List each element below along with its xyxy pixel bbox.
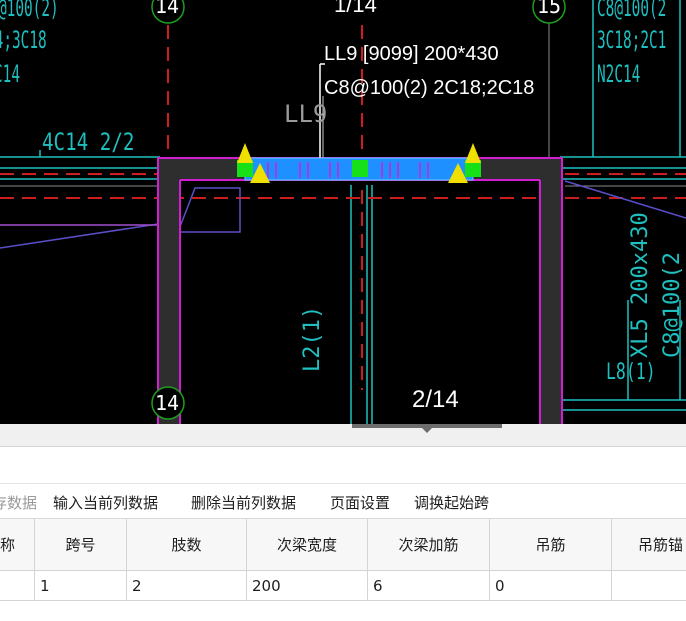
page-setup-button[interactable]: 页面设置: [330, 492, 390, 513]
table-cell-name[interactable]: [0, 571, 35, 601]
l8-beam-label: L8(1): [606, 360, 656, 385]
cad-drawing-canvas[interactable]: LL9 [9099] 200*430 C8@100(2) 2C18;2C18 L…: [0, 0, 686, 424]
top-left-clip-3: C14: [0, 60, 21, 88]
column-header-name[interactable]: 称: [0, 519, 35, 571]
column-header-span[interactable]: 跨号: [35, 519, 127, 571]
panel-splitter[interactable]: [0, 424, 686, 447]
xl5-beam-sub-label: C8@100(2: [660, 252, 685, 358]
swap-start-span-button[interactable]: 调换起始跨: [414, 492, 489, 513]
beam-label-line1: LL9 [9099] 200*430: [324, 43, 499, 65]
column-header-secondary-rebar[interactable]: 次梁加筋: [368, 519, 490, 571]
reinforcement-table: 称 跨号 肢数 次梁宽度 次梁加筋 吊筋 吊筋锚 1 2 200 6 0: [0, 519, 686, 621]
table-cell-hanger[interactable]: 0: [490, 571, 612, 601]
panel-blank-area: [0, 447, 686, 484]
top-left-clip-2: 14;3C18: [0, 26, 47, 54]
l2-beam-label: L2(1): [300, 305, 325, 372]
column-header-secondary-width[interactable]: 次梁宽度: [247, 519, 368, 571]
save-data-button[interactable]: 存数据: [0, 492, 37, 513]
table-cell-secondary-rebar[interactable]: 6: [368, 571, 490, 601]
axis-label-top-1: 14: [155, 0, 180, 18]
table-cell-hanger-anchor[interactable]: [612, 571, 686, 601]
column-header-legs[interactable]: 肢数: [127, 519, 247, 571]
column-header-hanger-anchor[interactable]: 吊筋锚: [612, 519, 686, 571]
column-header-hanger[interactable]: 吊筋: [490, 519, 612, 571]
table-toolbar: 存数据 输入当前列数据 删除当前列数据 页面设置 调换起始跨: [0, 484, 686, 519]
input-column-data-button[interactable]: 输入当前列数据: [53, 492, 158, 513]
axis-label-bottom-1: 14: [155, 391, 180, 415]
beam-label-line2: C8@100(2) 2C18;2C18: [324, 77, 535, 99]
delete-column-data-button[interactable]: 删除当前列数据: [191, 492, 296, 513]
xl5-beam-label: XL5 200x430: [628, 212, 653, 358]
top-left-rebar-label: 4C14 2/2: [42, 128, 135, 156]
top-right-clip-1: C8@100(2: [597, 0, 667, 22]
table-cell-span[interactable]: 1: [35, 571, 127, 601]
top-right-clip-3: N2C14: [597, 60, 641, 88]
axis-label-top-3: 15: [537, 0, 562, 18]
axis-label-bottom-2: 2/14: [412, 386, 459, 413]
collapse-arrow-icon[interactable]: [422, 428, 432, 433]
table-cell-legs[interactable]: 2: [127, 571, 247, 601]
ll9-vertical-label: LL9: [284, 100, 328, 128]
top-left-clip-1: @100(2): [0, 0, 59, 22]
table-cell-secondary-width[interactable]: 200: [247, 571, 368, 601]
top-right-clip-2: 3C18;2C1: [597, 26, 667, 54]
axis-label-top-2: 1/14: [334, 0, 377, 17]
